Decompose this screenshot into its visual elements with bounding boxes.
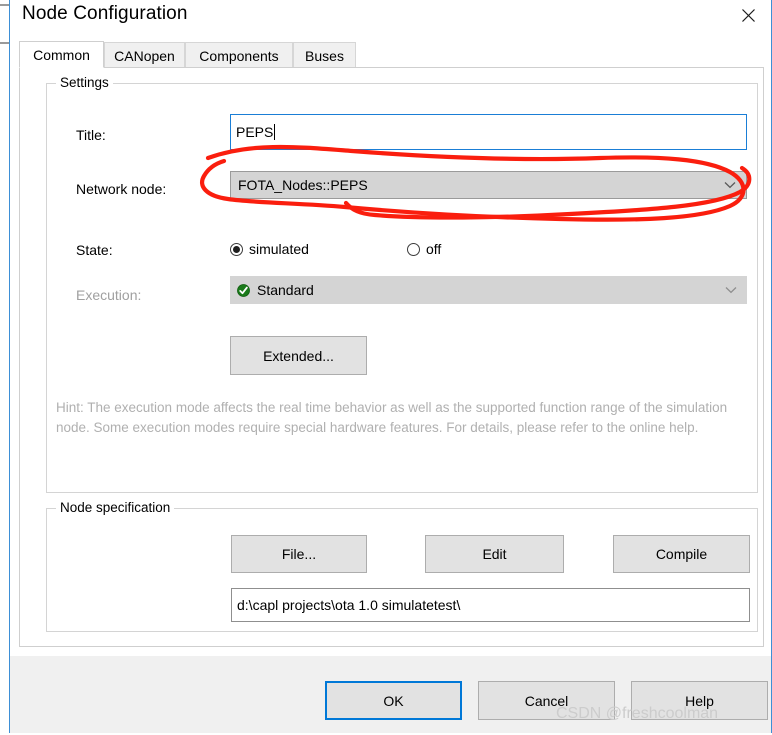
node-configuration-dialog: Node Configuration Common CANopen Compon… <box>9 0 772 733</box>
common-tab-panel: Settings Title: PEPS Network node: FOTA_… <box>19 67 764 647</box>
title-input[interactable]: PEPS <box>230 114 747 150</box>
tab-label: Components <box>199 47 279 64</box>
radio-off-label: off <box>426 241 442 257</box>
text-caret <box>274 124 276 140</box>
title-bar: Node Configuration <box>10 0 771 37</box>
extended-button[interactable]: Extended... <box>230 336 367 375</box>
chevron-down-icon <box>723 178 737 192</box>
tab-label: Common <box>33 46 90 63</box>
background-window-sliver <box>0 0 9 735</box>
background-window-line <box>0 4 9 6</box>
execution-combo[interactable]: Standard <box>230 276 747 304</box>
edit-button[interactable]: Edit <box>425 535 564 573</box>
node-specification-group: Node specification File... Edit Compile … <box>46 500 758 632</box>
node-path-value: d:\capl projects\ota 1.0 simulatetest\ <box>237 597 461 613</box>
execution-hint-text: Hint: The execution mode affects the rea… <box>56 400 728 435</box>
file-button[interactable]: File... <box>231 535 367 573</box>
tab-buses[interactable]: Buses <box>293 42 356 68</box>
network-node-value: FOTA_Nodes::PEPS <box>238 177 368 193</box>
file-button-label: File... <box>281 546 317 562</box>
execution-value: Standard <box>257 282 314 298</box>
radio-indicator <box>230 242 243 256</box>
compile-button[interactable]: Compile <box>613 535 750 573</box>
tab-label: CANopen <box>114 47 175 64</box>
green-check-icon <box>237 283 250 297</box>
radio-indicator <box>407 242 420 256</box>
network-node-label: Network node: <box>76 181 167 197</box>
ok-button[interactable]: OK <box>325 681 462 720</box>
title-input-value: PEPS <box>236 124 274 140</box>
settings-group-title: Settings <box>56 75 113 90</box>
tab-components[interactable]: Components <box>185 42 293 68</box>
radio-simulated[interactable]: simulated <box>230 241 309 257</box>
node-specification-group-title: Node specification <box>56 500 175 515</box>
chevron-down-icon <box>724 283 738 297</box>
state-label: State: <box>76 242 113 258</box>
background-window-line <box>0 42 9 44</box>
radio-simulated-label: simulated <box>249 241 309 257</box>
radio-off[interactable]: off <box>407 241 441 257</box>
ok-button-label: OK <box>383 692 404 709</box>
node-path-input[interactable]: d:\capl projects\ota 1.0 simulatetest\ <box>231 588 750 622</box>
extended-button-label: Extended... <box>263 347 334 364</box>
edit-button-label: Edit <box>482 546 507 562</box>
tab-common[interactable]: Common <box>19 41 104 68</box>
tab-strip: Common CANopen Components Buses <box>19 41 764 68</box>
close-icon[interactable] <box>725 0 771 30</box>
compile-button-label: Compile <box>655 546 708 562</box>
tab-canopen[interactable]: CANopen <box>104 42 185 68</box>
page-title: Node Configuration <box>22 3 188 24</box>
csdn-watermark: CSDN @freshcoolman <box>556 705 719 722</box>
tab-label: Buses <box>305 47 344 64</box>
execution-label: Execution: <box>76 287 142 303</box>
title-label: Title: <box>76 127 106 143</box>
network-node-combo[interactable]: FOTA_Nodes::PEPS <box>230 171 747 199</box>
